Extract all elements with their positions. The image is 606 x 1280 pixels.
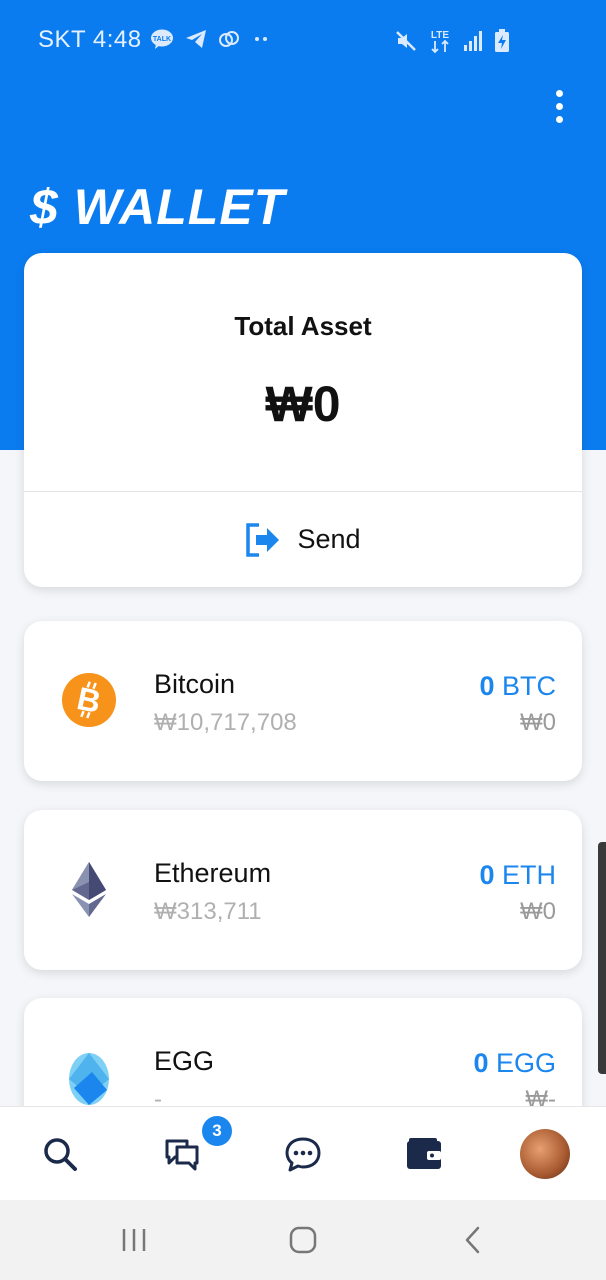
bottom-navigation <box>0 1106 606 1200</box>
menu-dot <box>555 89 563 97</box>
coin-name: Bitcoin <box>154 669 236 699</box>
status-bar: SKT 4:48 TALK LTE <box>0 0 606 80</box>
coin-amount-value: 0 <box>479 671 495 701</box>
nav-search[interactable] <box>20 1107 100 1201</box>
send-button[interactable]: Send <box>24 492 582 587</box>
home-button[interactable] <box>273 1220 333 1260</box>
coin-symbol: EGG <box>495 1048 556 1078</box>
coin-card-bitcoin[interactable]: B Bitcoin ₩10,717,708 0 BTC ₩0 <box>24 621 582 781</box>
egg-icon <box>60 1048 118 1106</box>
nav-messages[interactable] <box>263 1107 343 1201</box>
svg-text:TALK: TALK <box>153 36 171 43</box>
send-label: Send <box>297 524 361 554</box>
coin-price: ₩10,717,708 <box>154 709 297 736</box>
kakaotalk-icon: TALK <box>150 28 174 50</box>
sync-icon <box>218 28 240 50</box>
signal-icon <box>462 29 484 53</box>
total-asset-value: ₩0 <box>265 376 341 432</box>
recent-apps-button[interactable] <box>104 1220 164 1260</box>
ethereum-icon <box>60 860 118 918</box>
telegram-icon <box>184 28 208 50</box>
total-asset-card: Total Asset ₩0 Send <box>24 253 582 587</box>
coin-amount-value: 0 <box>473 1048 489 1078</box>
coin-price: ₩313,711 <box>154 898 262 925</box>
notification-badge: 3 <box>202 1116 232 1146</box>
mute-icon <box>394 29 418 53</box>
coin-symbol: ETH <box>502 860 556 890</box>
chats-icon <box>163 1135 201 1173</box>
page-title: $ WALLET <box>30 179 286 235</box>
more-dots-icon <box>250 28 272 50</box>
back-button[interactable] <box>443 1220 503 1260</box>
coin-amount: 0 ETH <box>479 860 556 891</box>
coin-name: EGG <box>154 1046 215 1076</box>
system-navigation-bar <box>0 1200 606 1280</box>
lte-label: LTE <box>431 30 449 41</box>
coin-value: ₩0 <box>520 898 556 925</box>
coin-symbol: BTC <box>502 671 556 701</box>
search-icon <box>41 1135 79 1173</box>
menu-dot <box>555 115 563 123</box>
coin-card-ethereum[interactable]: Ethereum ₩313,711 0 ETH ₩0 <box>24 810 582 970</box>
home-icon <box>288 1225 318 1255</box>
nav-profile[interactable] <box>505 1107 585 1201</box>
recent-apps-icon <box>119 1227 149 1253</box>
battery-charging-icon <box>494 29 510 53</box>
coin-amount: 0 EGG <box>473 1048 556 1079</box>
message-icon <box>284 1135 322 1173</box>
menu-dot <box>555 102 563 110</box>
back-icon <box>460 1225 486 1255</box>
send-icon <box>245 522 281 558</box>
coin-amount: 0 BTC <box>479 671 556 702</box>
overflow-menu-button[interactable] <box>544 86 574 126</box>
scrollbar[interactable] <box>598 842 606 1074</box>
total-asset-label: Total Asset <box>234 311 372 341</box>
coin-amount-value: 0 <box>479 860 495 890</box>
nav-wallet[interactable] <box>384 1107 464 1201</box>
coin-name: Ethereum <box>154 858 272 888</box>
lte-icon: LTE <box>428 28 452 54</box>
bitcoin-icon: B <box>60 671 118 729</box>
profile-avatar <box>520 1129 570 1179</box>
coin-value: ₩0 <box>520 709 556 736</box>
wallet-icon <box>405 1137 443 1171</box>
status-time: SKT 4:48 <box>38 26 142 53</box>
